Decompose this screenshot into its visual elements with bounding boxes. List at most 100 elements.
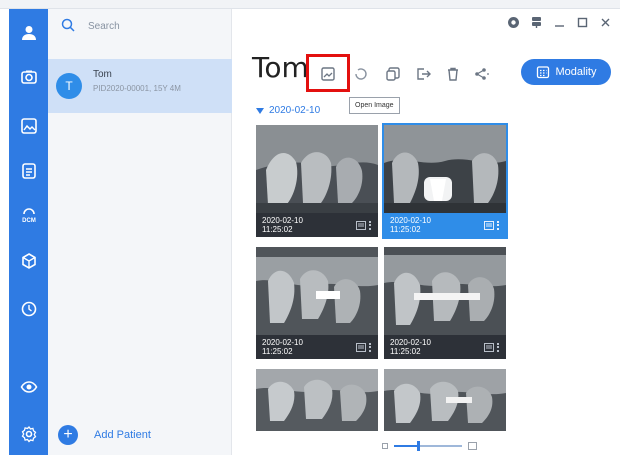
camera-nav-button[interactable] xyxy=(9,57,48,97)
thumbnail-menu[interactable] xyxy=(484,342,500,352)
copy-icon xyxy=(386,67,400,81)
patient-nav-button[interactable] xyxy=(9,13,48,53)
model-nav-button[interactable] xyxy=(9,241,48,281)
title-bar-strip xyxy=(0,0,620,9)
open-image-button[interactable] xyxy=(319,65,337,83)
report-icon xyxy=(356,220,366,230)
thumbnail-date: 2020-02-10 11:25:02 xyxy=(262,338,303,356)
settings-icon xyxy=(21,426,36,443)
image-thumbnail[interactable] xyxy=(384,369,506,431)
calendar-grid-icon xyxy=(536,66,549,79)
zoom-track[interactable] xyxy=(394,441,462,451)
image-thumbnail[interactable]: 2020-02-10 11:25:02 xyxy=(256,247,378,359)
image-browser: Tom Modality Open Image 2020-02-10 2020-… xyxy=(232,9,620,455)
cube-icon xyxy=(21,253,36,269)
zoom-in-icon xyxy=(468,442,477,450)
image-nav-button[interactable] xyxy=(9,106,48,146)
image-thumbnail[interactable]: 2020-02-10 11:25:02 xyxy=(384,247,506,359)
thumbnail-menu[interactable] xyxy=(484,220,500,230)
xray-image xyxy=(384,247,506,335)
search-icon xyxy=(61,18,75,32)
patient-list-item[interactable]: T Tom PID2020-00001, 15Y 4M xyxy=(48,59,232,113)
more-icon xyxy=(497,220,499,230)
copy-button[interactable] xyxy=(384,65,402,83)
modality-label: Modality xyxy=(555,66,597,78)
document-nav-button[interactable] xyxy=(9,151,48,191)
zoom-out-icon xyxy=(382,443,388,449)
dcm-icon: DCM xyxy=(22,208,36,224)
help-button[interactable] xyxy=(506,15,520,29)
caret-down-icon xyxy=(256,107,264,114)
add-patient-button[interactable]: + Add Patient xyxy=(58,424,151,446)
maximize-icon xyxy=(577,17,587,27)
network-button[interactable] xyxy=(529,15,543,29)
thumbnail-date: 2020-02-10 11:25:02 xyxy=(262,216,303,234)
export-button[interactable] xyxy=(414,65,432,83)
image-thumbnail[interactable] xyxy=(256,369,378,431)
thumbnail-caption: 2020-02-10 11:25:02 xyxy=(256,213,378,237)
document-icon xyxy=(21,163,36,179)
report-icon xyxy=(484,342,494,352)
xray-image xyxy=(256,125,378,213)
maximize-button[interactable] xyxy=(575,15,589,29)
xray-image xyxy=(256,247,378,335)
settings-nav-button[interactable] xyxy=(9,414,48,454)
report-icon xyxy=(356,342,366,352)
open-image-icon xyxy=(321,67,335,81)
modality-button[interactable]: Modality xyxy=(521,59,611,85)
image-thumbnail[interactable]: 2020-02-10 11:25:02 xyxy=(382,123,508,239)
thumbnail-menu[interactable] xyxy=(356,342,372,352)
more-icon xyxy=(369,220,371,230)
share-button[interactable] xyxy=(472,65,490,83)
window-controls xyxy=(506,15,612,29)
more-icon xyxy=(369,342,371,352)
network-icon xyxy=(531,16,541,28)
open-image-tooltip: Open Image xyxy=(349,97,400,114)
camera-icon xyxy=(20,70,37,84)
xray-image xyxy=(384,125,506,213)
eye-icon xyxy=(20,381,37,393)
close-button[interactable] xyxy=(598,15,612,29)
date-group-label: 2020-02-10 xyxy=(269,105,321,116)
minimize-icon xyxy=(554,24,564,27)
thumbnail-caption: 2020-02-10 11:25:02 xyxy=(384,335,506,359)
patient-avatar: T xyxy=(56,73,82,99)
user-icon xyxy=(21,26,36,40)
xray-image xyxy=(384,369,506,431)
image-icon xyxy=(20,118,37,134)
zoom-fill xyxy=(394,445,418,447)
zoom-slider[interactable] xyxy=(382,441,482,451)
zoom-handle[interactable] xyxy=(416,441,420,451)
minimize-button[interactable] xyxy=(552,15,566,29)
plus-icon: + xyxy=(58,425,78,445)
view-nav-button[interactable] xyxy=(9,367,48,407)
history-nav-button[interactable] xyxy=(9,289,48,329)
rotate-icon xyxy=(355,68,367,80)
clock-icon xyxy=(21,301,36,317)
xray-image xyxy=(256,369,378,431)
svg-text:DCM: DCM xyxy=(22,218,36,224)
share-icon xyxy=(475,68,489,80)
search-bar xyxy=(48,9,232,44)
image-thumbnail[interactable]: 2020-02-10 11:25:02 xyxy=(256,125,378,237)
delete-button[interactable] xyxy=(444,65,462,83)
patient-meta: PID2020-00001, 15Y 4M xyxy=(93,84,181,93)
close-icon xyxy=(601,18,609,26)
trash-icon xyxy=(448,67,458,81)
search-input[interactable] xyxy=(88,17,218,35)
nav-rail: DCM xyxy=(9,9,48,455)
export-icon xyxy=(417,68,431,80)
date-group-header[interactable]: 2020-02-10 xyxy=(256,105,320,116)
add-patient-label: Add Patient xyxy=(94,429,151,441)
patient-name: Tom xyxy=(93,69,112,80)
thumbnail-date: 2020-02-10 11:25:02 xyxy=(390,216,431,234)
thumbnail-caption: 2020-02-10 11:25:02 xyxy=(256,335,378,359)
rotate-button[interactable] xyxy=(352,65,370,83)
dicom-nav-button[interactable]: DCM xyxy=(9,196,48,236)
support-icon xyxy=(507,16,519,28)
thumbnail-menu[interactable] xyxy=(356,220,372,230)
thumbnail-date: 2020-02-10 11:25:02 xyxy=(390,338,431,356)
more-icon xyxy=(497,342,499,352)
patient-title: Tom xyxy=(252,51,309,84)
thumbnail-caption: 2020-02-10 11:25:02 xyxy=(384,213,506,237)
